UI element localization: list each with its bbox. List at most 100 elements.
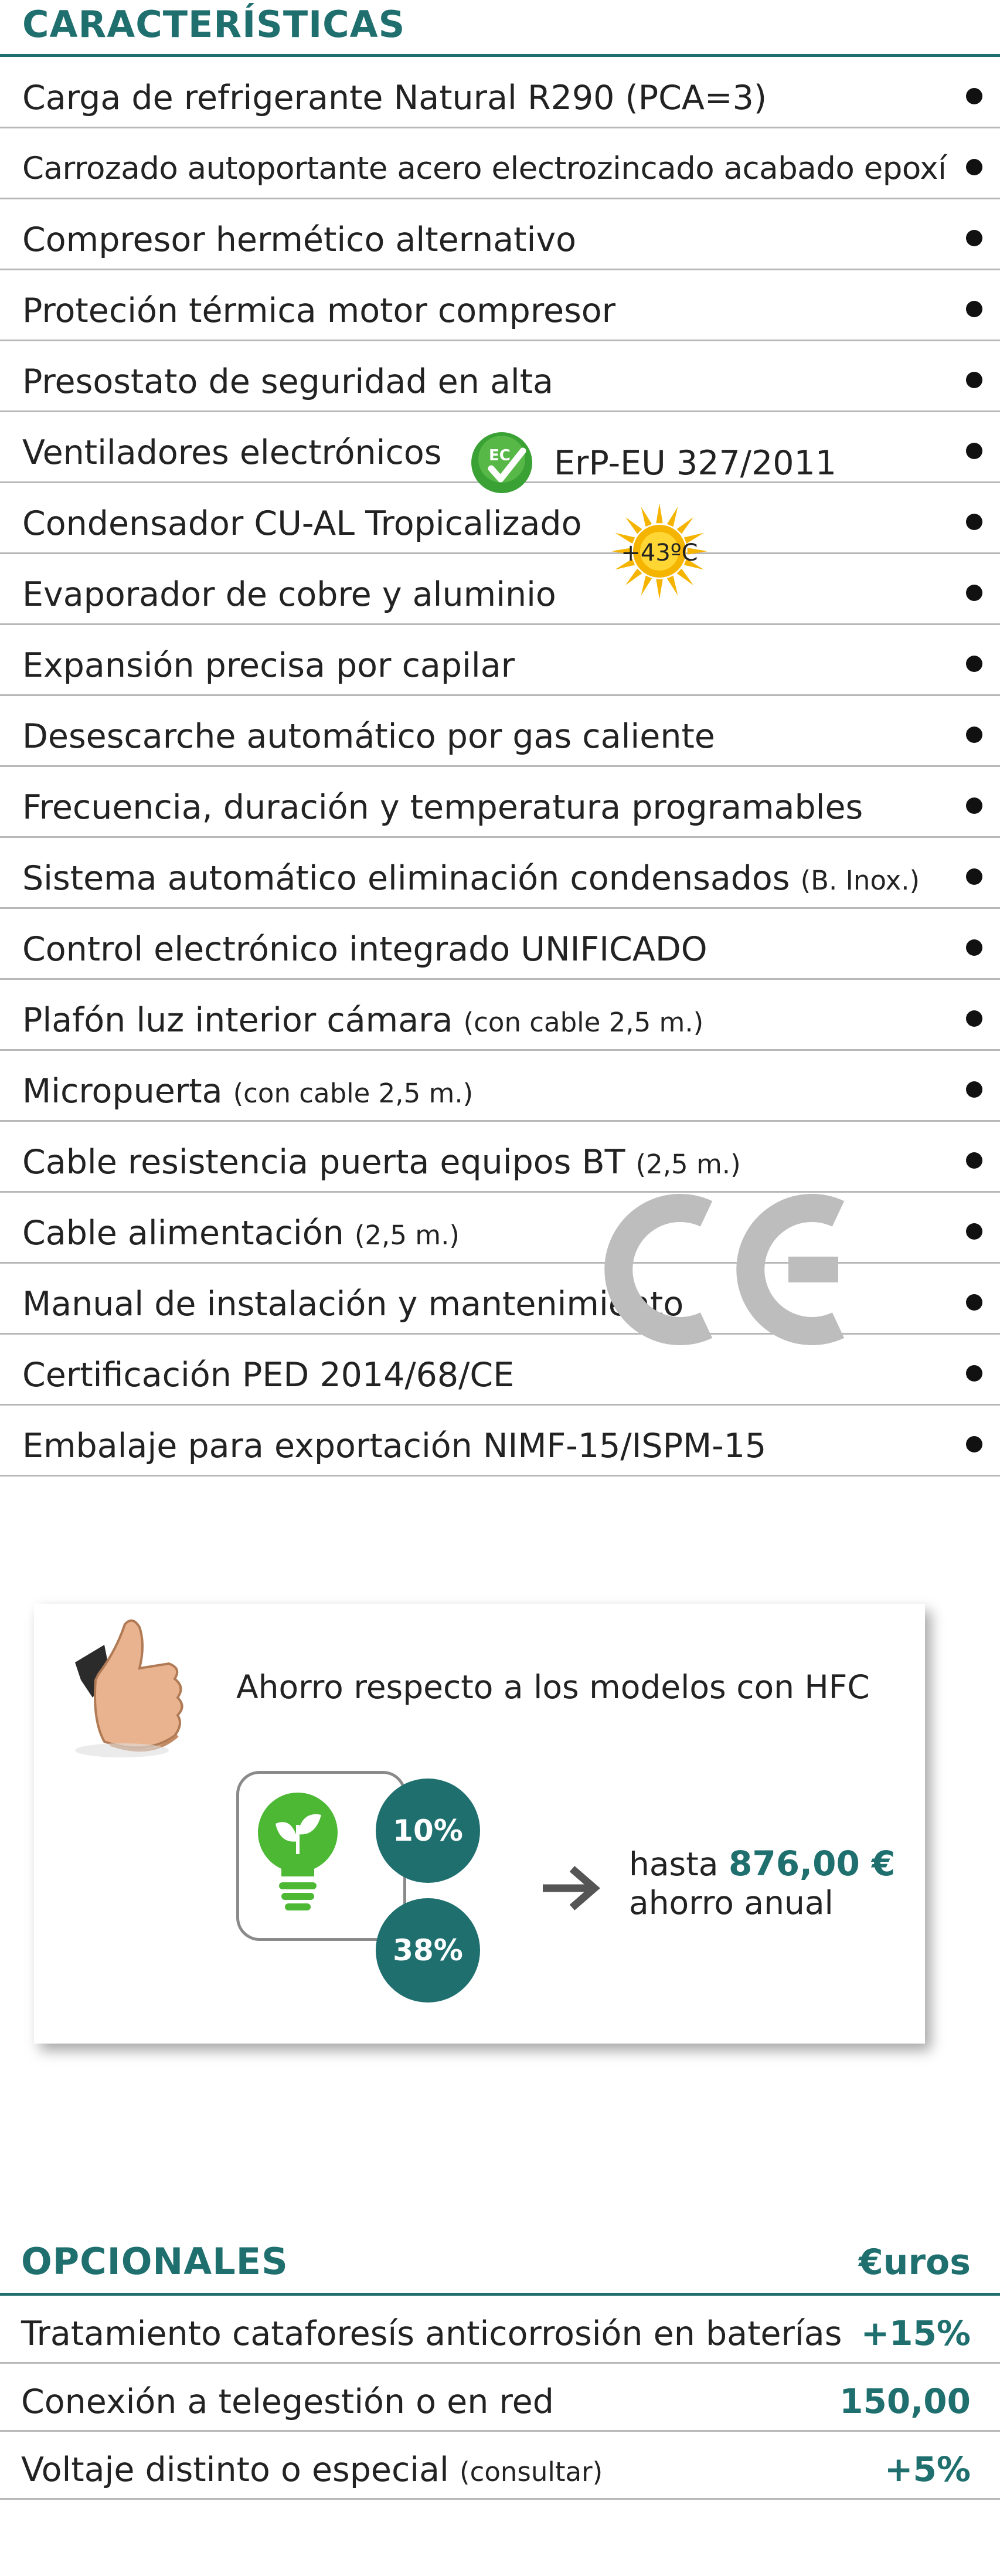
- eco-bulb-icon: [258, 1793, 338, 1910]
- feature-label: Embalaje para exportación NIMF-15/ISPM-1…: [22, 1427, 766, 1465]
- feature-note: (2,5 m.): [635, 1149, 741, 1180]
- feature-label: Evaporador de cobre y aluminio: [22, 575, 556, 614]
- optional-label: Tratamiento cataforesís anticorrosión en…: [21, 2314, 842, 2353]
- bullet-dot: [966, 443, 982, 459]
- feature-label: Certificación PED 2014/68/CE: [22, 1356, 514, 1394]
- feature-row: Proteción térmica motor compresor: [0, 270, 1000, 341]
- savings-heading: Ahorro respecto a los modelos con HFC: [236, 1668, 870, 1706]
- bullet-dot: [966, 230, 982, 246]
- feature-text: Manual de instalación y mantenimiento: [22, 1285, 684, 1323]
- sun-ray: [676, 568, 693, 585]
- feature-label: Condensador CU-AL Tropicalizado: [22, 504, 581, 543]
- bullet-dot: [966, 372, 982, 388]
- optional-text: Voltaje distinto o especial: [21, 2451, 449, 2489]
- feature-note: (B. Inox.): [800, 865, 920, 896]
- feature-label: Control electrónico integrado UNIFICADO: [22, 930, 708, 969]
- feature-text: Micropuerta: [22, 1072, 223, 1111]
- currency-header: €uros: [859, 2242, 971, 2283]
- savings-prefix: hasta: [629, 1845, 719, 1883]
- feature-row: Sistema automático eliminación condensad…: [0, 838, 1000, 909]
- feature-text: Frecuencia, duración y temperatura progr…: [22, 788, 863, 827]
- sun-ray: [666, 507, 678, 527]
- feature-text: Presostato de seguridad en alta: [22, 362, 553, 401]
- feature-row: Embalaje para exportación NIMF-15/ISPM-1…: [0, 1406, 1000, 1477]
- savings-amount: 876,00 €: [728, 1844, 896, 1883]
- feature-text: Embalaje para exportación NIMF-15/ISPM-1…: [22, 1427, 767, 1465]
- sun-ray: [625, 568, 642, 585]
- feature-text: Cable resistencia puerta equipos BT: [22, 1143, 625, 1182]
- feature-text: Certificación PED 2014/68/CE: [22, 1356, 515, 1394]
- feature-label: Cable resistencia puerta equipos BT (2,5…: [22, 1143, 741, 1182]
- bullet-dot: [966, 939, 982, 956]
- feature-note: (con cable 2,5 m.): [233, 1078, 474, 1109]
- feature-label: Desescarche automático por gas caliente: [22, 717, 715, 756]
- bullet-dot: [966, 1152, 982, 1169]
- savings-suffix: ahorro anual: [629, 1884, 834, 1922]
- feature-row: Carrozado autoportante acero electrozinc…: [0, 128, 1000, 199]
- feature-row: Control electrónico integrado UNIFICADO: [0, 909, 1000, 980]
- feature-text: Carga de refrigerante Natural R290 (PCA=…: [22, 79, 767, 117]
- feature-row: Compresor hermético alternativo: [0, 199, 1000, 270]
- feature-text: Proteción térmica motor compresor: [22, 291, 616, 330]
- feature-label: Expansión precisa por capilar: [22, 646, 515, 685]
- bullet-dot: [966, 1081, 982, 1098]
- savings-percent-2: 38%: [376, 1898, 480, 2003]
- bullet-dot: [966, 656, 982, 672]
- feature-label: Ventiladores electrónicos: [22, 433, 441, 472]
- bullet-dot: [966, 797, 982, 814]
- bullet-dot: [966, 514, 982, 530]
- ec-fan-label: EC: [489, 447, 511, 464]
- feature-label: Proteción térmica motor compresor: [22, 291, 615, 330]
- savings-card: Ahorro respecto a los modelos con HFC 10…: [34, 1604, 925, 2044]
- sun-ray: [666, 575, 678, 596]
- bullet-dot: [966, 1436, 982, 1452]
- sun-ray: [641, 575, 652, 596]
- bullet-dot: [966, 88, 982, 104]
- sun-ray: [641, 507, 652, 527]
- bullet-dot: [966, 1223, 982, 1240]
- feature-row: Presostato de seguridad en alta: [0, 341, 1000, 412]
- feature-label: Carga de refrigerante Natural R290 (PCA=…: [22, 79, 767, 117]
- optional-text: Conexión a telegestión o en red: [21, 2382, 554, 2421]
- optional-price: +15%: [860, 2313, 971, 2353]
- feature-text: Control electrónico integrado UNIFICADO: [22, 930, 708, 969]
- feature-label: Sistema automático eliminación condensad…: [22, 859, 920, 898]
- temp-label: +43ºC: [621, 539, 698, 566]
- bullet-dot: [966, 301, 982, 317]
- savings-summary: hasta 876,00 € ahorro anual: [629, 1844, 895, 1922]
- arrow-right-icon: [543, 1866, 600, 1910]
- optional-row: Tratamiento cataforesís anticorrosión en…: [0, 2296, 1000, 2364]
- feature-text: Condensador CU-AL Tropicalizado: [22, 504, 582, 543]
- bulb-frame: [236, 1771, 406, 1941]
- erp-label: ErP-EU 327/2011: [554, 444, 837, 483]
- feature-label: Plafón luz interior cámara (con cable 2,…: [22, 1001, 703, 1040]
- opcionales-title: OPCIONALES: [21, 2240, 288, 2283]
- bullet-dot: [966, 1365, 982, 1382]
- feature-text: Evaporador de cobre y aluminio: [22, 575, 556, 614]
- feature-text: Plafón luz interior cámara: [22, 1001, 453, 1040]
- feature-label: Carrozado autoportante acero electrozinc…: [22, 151, 947, 186]
- thumbs-up-icon: [75, 1619, 183, 1757]
- caracteristicas-title: CARACTERÍSTICAS: [22, 3, 406, 46]
- bullet-dot: [966, 1294, 982, 1311]
- feature-row: Plafón luz interior cámara (con cable 2,…: [0, 980, 1000, 1051]
- feature-text: Desescarche automático por gas caliente: [22, 717, 715, 756]
- feature-label: Frecuencia, duración y temperatura progr…: [22, 788, 863, 827]
- optional-price: +5%: [884, 2449, 971, 2489]
- sun-ray: [676, 517, 693, 534]
- feature-row: Carga de refrigerante Natural R290 (PCA=…: [0, 57, 1000, 128]
- sun-ray: [656, 579, 663, 599]
- feature-text: Carrozado autoportante acero electrozinc…: [22, 151, 947, 186]
- sun-icon: +43ºC: [611, 503, 708, 599]
- caracteristicas-rule: [0, 54, 1000, 57]
- feature-text: Compresor hermético alternativo: [22, 220, 576, 259]
- feature-text: Cable alimentación: [22, 1214, 344, 1253]
- ce-mark-icon: [604, 1194, 845, 1345]
- optional-price: 150,00: [839, 2381, 971, 2421]
- feature-label: Compresor hermético alternativo: [22, 220, 576, 259]
- bullet-dot: [966, 159, 982, 175]
- optional-label: Voltaje distinto o especial (consultar): [21, 2451, 603, 2489]
- optional-text: Tratamiento cataforesís anticorrosión en…: [21, 2314, 842, 2353]
- feature-text: Ventiladores electrónicos: [22, 433, 442, 472]
- feature-text: Sistema automático eliminación condensad…: [22, 859, 790, 898]
